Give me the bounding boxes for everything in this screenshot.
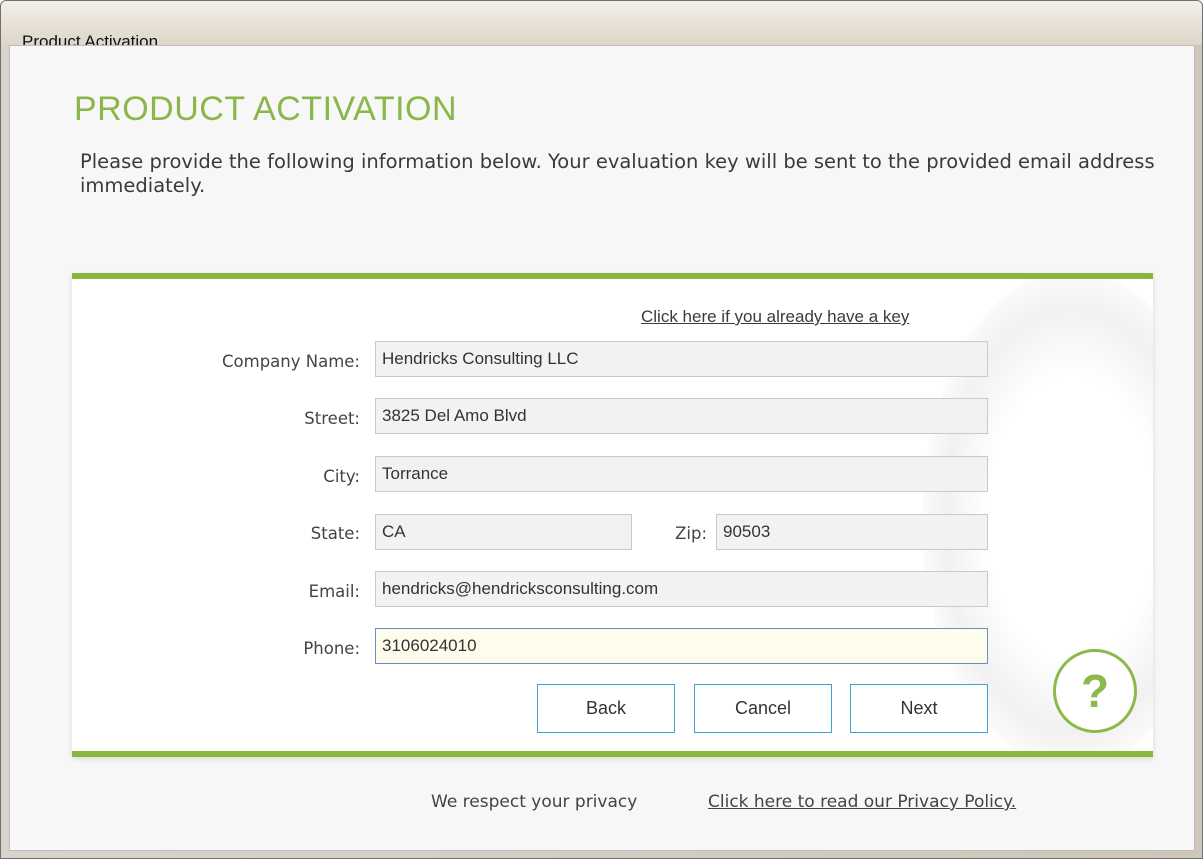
already-have-key-link[interactable]: Click here if you already have a key [641,307,909,327]
street-field[interactable]: 3825 Del Amo Blvd [375,398,988,434]
street-label: Street: [304,409,360,428]
email-label: Email: [308,582,360,601]
page-title: PRODUCT ACTIVATION [74,90,458,128]
phone-label: Phone: [303,639,360,658]
state-field[interactable]: CA [375,514,632,550]
intro-text: Please provide the following information… [80,150,1155,197]
zip-label: Zip: [675,524,707,543]
help-icon[interactable]: ? [1053,649,1137,733]
title-bar[interactable]: Product Activation [1,1,1202,51]
zip-field[interactable]: 90503 [716,514,988,550]
city-label: City: [323,467,360,486]
privacy-statement: We respect your privacy [431,792,638,812]
company-name-label: Company Name: [222,352,360,371]
privacy-policy-link[interactable]: Click here to read our Privacy Policy. [708,792,1016,812]
cancel-button[interactable]: Cancel [694,684,832,733]
company-name-field[interactable]: Hendricks Consulting LLC [375,341,988,377]
back-button[interactable]: Back [537,684,675,733]
state-label: State: [310,524,360,543]
next-button[interactable]: Next [850,684,988,733]
email-field[interactable]: hendricks@hendricksconsulting.com [375,571,988,607]
phone-field[interactable]: 3106024010 [375,628,988,664]
city-field[interactable]: Torrance [375,456,988,492]
